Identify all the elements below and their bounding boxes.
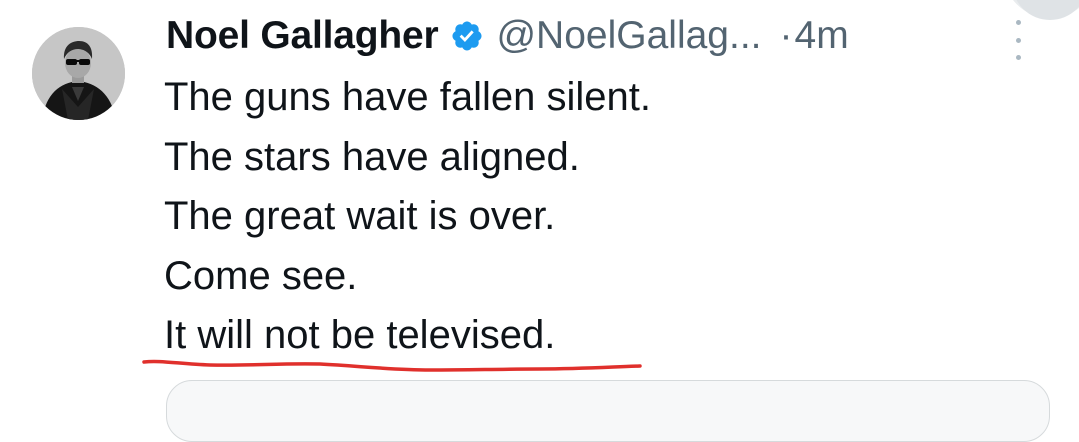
media-card[interactable] bbox=[166, 380, 1050, 442]
red-squiggle-underline bbox=[142, 359, 642, 372]
tweet-timestamp[interactable]: 4m bbox=[795, 10, 849, 62]
tweet-text: The guns have fallen silent. The stars h… bbox=[164, 68, 651, 366]
author-name[interactable]: Noel Gallagher bbox=[166, 10, 439, 62]
more-options-icon[interactable] bbox=[1009, 20, 1027, 60]
profile-photo-icon bbox=[32, 27, 125, 120]
author-handle[interactable]: @NoelGallag... bbox=[496, 10, 761, 62]
tweet-line: Come see. bbox=[164, 253, 358, 298]
more-dot bbox=[1015, 37, 1021, 43]
tweet-line: The great wait is over. bbox=[164, 194, 556, 238]
scroll-button-inner bbox=[1012, 0, 1079, 20]
avatar[interactable] bbox=[32, 27, 125, 120]
more-dot bbox=[1015, 55, 1021, 60]
more-dot bbox=[1015, 20, 1021, 25]
tweet-line: The stars have aligned. bbox=[164, 134, 580, 179]
tweet-line: The guns have fallen silent. bbox=[164, 75, 651, 119]
tweet-header: Noel Gallagher @NoelGallag... · 4m bbox=[166, 10, 849, 62]
header-separator: · bbox=[779, 14, 793, 57]
verified-badge-icon[interactable] bbox=[450, 19, 484, 53]
